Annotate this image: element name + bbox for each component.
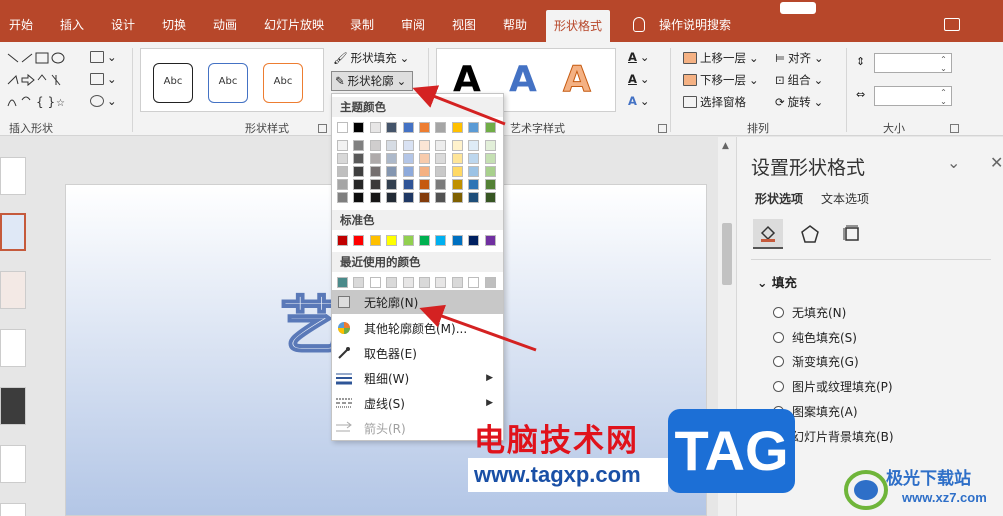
watermark-site-name: 电脑技术网 <box>474 423 639 459</box>
annotation-arrow <box>412 85 506 126</box>
watermark-url: www.tagxp.com <box>468 458 668 492</box>
watermark-logo-url: www.xz7.com <box>902 490 987 505</box>
watermark-logo-text: 极光下载站 <box>886 469 971 489</box>
watermark-tag-logo: TAG <box>668 409 795 493</box>
annotation-arrow <box>419 304 537 352</box>
